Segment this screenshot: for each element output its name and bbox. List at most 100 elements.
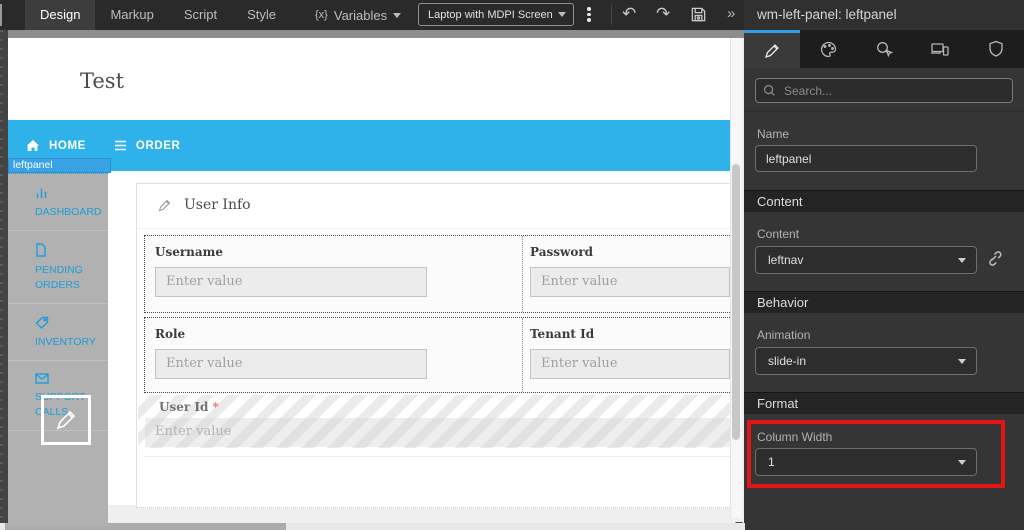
tab-markup[interactable]: Markup bbox=[95, 0, 168, 30]
divider bbox=[744, 111, 1024, 112]
name-label: Name bbox=[757, 127, 790, 141]
tab-design[interactable]: Design bbox=[25, 0, 96, 30]
chevron-down-icon bbox=[558, 12, 566, 17]
form-header[interactable]: User Info bbox=[157, 197, 251, 213]
tag-icon bbox=[35, 316, 49, 329]
column-width-dropdown-value: 1 bbox=[768, 455, 775, 469]
collapse-panel-button[interactable]: » bbox=[727, 5, 735, 22]
form-row-1: Username Enter value Password Enter valu… bbox=[144, 235, 734, 313]
tenantid-input[interactable]: Enter value bbox=[530, 349, 730, 379]
property-search-input[interactable] bbox=[782, 79, 1007, 102]
animation-dropdown-value: slide-in bbox=[768, 354, 807, 368]
left-panel-item-pending-orders[interactable]: PENDING ORDERS bbox=[8, 231, 108, 304]
form-title: User Info bbox=[184, 197, 251, 213]
link-icon bbox=[989, 251, 1002, 266]
shield-icon bbox=[989, 40, 1003, 57]
section-header-behavior[interactable]: Behavior bbox=[744, 291, 1024, 313]
property-search bbox=[755, 78, 1013, 103]
canvas-left-rail bbox=[0, 30, 8, 530]
column-divider bbox=[522, 236, 523, 312]
tab-styles[interactable] bbox=[800, 30, 856, 68]
role-input[interactable]: Enter value bbox=[155, 349, 427, 379]
divider bbox=[144, 456, 734, 457]
device-selector-value: Laptop with MDPI Screen bbox=[428, 8, 553, 21]
tab-style[interactable]: Style bbox=[232, 0, 291, 30]
search-icon bbox=[763, 84, 775, 96]
left-panel-item-label: PENDING ORDERS bbox=[35, 264, 83, 291]
redo-button[interactable]: ↷ bbox=[656, 2, 670, 26]
edit-widget-overlay[interactable] bbox=[41, 395, 91, 445]
left-panel-item-label: DASHBOARD bbox=[35, 206, 102, 218]
password-input[interactable]: Enter value bbox=[530, 267, 730, 297]
tab-events[interactable] bbox=[856, 30, 912, 68]
properties-body: Name Content Content leftnav Behavior An… bbox=[744, 68, 1024, 530]
page-navbar: HOME ORDER bbox=[8, 120, 730, 171]
top-toolbar: Design Markup Script Style {x} Variables… bbox=[0, 0, 744, 30]
nav-item-order[interactable]: ORDER bbox=[114, 140, 181, 152]
section-header-format[interactable]: Format bbox=[744, 392, 1024, 414]
canvas-vertical-scrollbar-thumb[interactable] bbox=[732, 164, 740, 440]
home-icon bbox=[27, 140, 39, 151]
chevron-down-icon bbox=[393, 12, 402, 18]
column-width-label: Column Width bbox=[757, 430, 833, 444]
palette-icon bbox=[820, 41, 836, 57]
more-options-button[interactable] bbox=[587, 7, 591, 22]
save-icon bbox=[691, 7, 706, 22]
section-header-content[interactable]: Content bbox=[744, 190, 1024, 212]
devices-icon bbox=[931, 43, 949, 56]
chevron-down-icon bbox=[958, 459, 966, 465]
studio-window: Design Markup Script Style {x} Variables… bbox=[0, 0, 1024, 530]
document-icon bbox=[36, 243, 46, 257]
left-panel-item-inventory[interactable]: INVENTORY bbox=[8, 304, 108, 361]
divider bbox=[137, 228, 737, 229]
left-panel-item-label: INVENTORY bbox=[35, 336, 96, 348]
form-row-2: Role Enter value Tenant Id Enter value bbox=[144, 317, 734, 393]
envelope-icon bbox=[35, 373, 49, 384]
device-selector[interactable]: Laptop with MDPI Screen bbox=[418, 3, 574, 26]
properties-tabbar bbox=[744, 30, 1024, 68]
userid-input[interactable]: Enter value bbox=[145, 418, 733, 447]
left-dock-handle[interactable] bbox=[0, 4, 2, 26]
chevron-down-icon bbox=[958, 257, 966, 263]
left-panel-item-dashboard[interactable]: DASHBOARD bbox=[8, 174, 108, 231]
variables-label: Variables bbox=[333, 7, 388, 23]
tab-script[interactable]: Script bbox=[169, 0, 232, 30]
nav-order-label: ORDER bbox=[135, 139, 181, 152]
tenantid-label: Tenant Id bbox=[530, 327, 595, 341]
design-canvas: Test HOME ORDER leftpanel DASHBOARD PEND… bbox=[0, 30, 745, 530]
selected-widget-label[interactable]: leftpanel bbox=[8, 158, 111, 173]
tab-properties[interactable] bbox=[744, 30, 800, 68]
username-input[interactable]: Enter value bbox=[155, 267, 427, 297]
role-label: Role bbox=[155, 327, 186, 341]
userid-label: User Id * bbox=[159, 400, 219, 414]
nav-item-home[interactable]: HOME bbox=[26, 139, 86, 152]
column-width-dropdown[interactable]: 1 bbox=[755, 448, 977, 476]
undo-button[interactable]: ↶ bbox=[622, 2, 636, 26]
form-row-userid-hidden: User Id * Enter value bbox=[138, 395, 738, 448]
username-label: Username bbox=[155, 245, 224, 259]
content-dropdown[interactable]: leftnav bbox=[755, 246, 977, 274]
name-field[interactable] bbox=[755, 145, 977, 172]
canvas-top-margin bbox=[8, 30, 744, 38]
properties-panel-title: wm-left-panel: leftpanel bbox=[744, 0, 1024, 30]
save-button[interactable] bbox=[690, 6, 707, 28]
animation-dropdown[interactable]: slide-in bbox=[755, 347, 977, 375]
animation-label: Animation bbox=[757, 328, 811, 342]
content-dropdown-value: leftnav bbox=[768, 253, 804, 267]
variables-button[interactable]: {x} Variables bbox=[315, 0, 402, 30]
cursor-click-icon bbox=[876, 41, 893, 57]
page-preview: Test HOME ORDER leftpanel DASHBOARD PEND… bbox=[8, 38, 743, 527]
bind-property-button[interactable] bbox=[984, 249, 1003, 273]
bar-chart-icon bbox=[36, 188, 47, 198]
nav-home-label: HOME bbox=[49, 139, 86, 152]
left-panel-widget[interactable]: DASHBOARD PENDING ORDERS INVENTORY SUPPO… bbox=[8, 173, 108, 526]
properties-panel: wm-left-panel: leftpanel Search... Name … bbox=[744, 0, 1024, 530]
password-label: Password bbox=[530, 245, 594, 259]
mode-tabs: Design Markup Script Style bbox=[25, 0, 291, 30]
required-asterisk: * bbox=[212, 400, 219, 414]
column-divider bbox=[522, 318, 523, 392]
tab-security[interactable] bbox=[968, 30, 1024, 68]
tab-devices[interactable] bbox=[912, 30, 968, 68]
toolbar-divider bbox=[611, 5, 612, 25]
menu-icon bbox=[114, 140, 126, 151]
